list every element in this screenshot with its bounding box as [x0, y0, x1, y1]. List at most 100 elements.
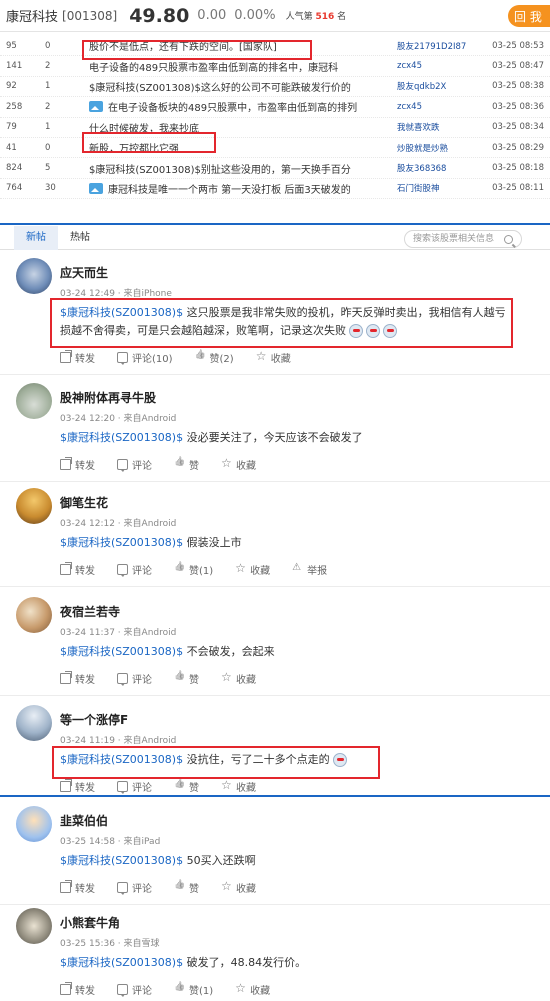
- popularity-number: 516: [315, 12, 335, 22]
- like-label: 赞(1): [189, 986, 214, 997]
- author-link[interactable]: 我就喜欢跌: [397, 121, 471, 133]
- author-link[interactable]: zcx45: [397, 102, 471, 112]
- reply-count: 2: [45, 61, 51, 72]
- favorite-button[interactable]: 收藏: [221, 670, 256, 686]
- post-text: 没必要关注了，今天应该不会破发了: [183, 431, 363, 444]
- username[interactable]: 股神附体再寻牛股: [60, 389, 156, 406]
- avatar[interactable]: [16, 383, 52, 419]
- popularity-label: 人气第: [285, 12, 313, 22]
- comment-button[interactable]: 评论: [117, 982, 152, 997]
- stock-tag-link[interactable]: $康冠科技(SZ001308)$: [60, 431, 183, 444]
- star-icon: [256, 349, 267, 363]
- post-title-link[interactable]: $康冠科技(SZ001308)$别扯这些没用的，第一天换手百分: [89, 161, 397, 176]
- share-button[interactable]: 转发: [60, 350, 95, 365]
- avatar[interactable]: [16, 908, 52, 944]
- comment-button[interactable]: 评论: [117, 671, 152, 686]
- like-label: 赞: [189, 461, 199, 472]
- comment-button[interactable]: 评论(10): [117, 350, 173, 365]
- username[interactable]: 应天而生: [60, 264, 108, 281]
- share-button[interactable]: 转发: [60, 982, 95, 997]
- table-row[interactable]: 92 1 $康冠科技(SZ001308)$这么好的公司不可能跌破发行价的 股友qdkb…: [0, 77, 550, 98]
- author-link[interactable]: 股友368368: [397, 162, 471, 174]
- comment-button[interactable]: 评论: [117, 457, 152, 472]
- report-label: 举报: [307, 566, 328, 577]
- post-title[interactable]: 康冠科技是唯一一个两市 第一天没打板 后面3天破发的: [108, 181, 351, 196]
- tab-latest[interactable]: 新帖: [14, 225, 58, 250]
- post-text: 不会破发，会起来: [183, 645, 275, 658]
- post-title[interactable]: $康冠科技(SZ001308)$这么好的公司不可能跌破发行价的: [89, 79, 351, 94]
- avatar[interactable]: [16, 258, 52, 294]
- report-button[interactable]: 举报: [292, 562, 327, 577]
- author-link[interactable]: 石门街股神: [397, 182, 471, 194]
- share-icon: [60, 671, 72, 684]
- stock-header: 康冠科技 [001308] 49.80 0.00 0.00% 人气第 516 名…: [0, 0, 550, 32]
- author-link[interactable]: 炒股就是炒熟: [397, 142, 471, 154]
- tab-hot[interactable]: 热帖: [58, 226, 102, 250]
- username[interactable]: 夜宿兰若寺: [60, 603, 120, 620]
- username[interactable]: 韭菜伯伯: [60, 812, 108, 829]
- share-button[interactable]: 转发: [60, 880, 95, 895]
- post-title-link[interactable]: 康冠科技是唯一一个两市 第一天没打板 后面3天破发的: [89, 181, 397, 196]
- username[interactable]: 御笔生花: [60, 494, 108, 511]
- author-link[interactable]: 股友21791D2I87: [397, 40, 471, 52]
- comment-label: 评论: [132, 461, 152, 472]
- comment-button[interactable]: 评论: [117, 880, 152, 895]
- post-title[interactable]: $康冠科技(SZ001308)$别扯这些没用的，第一天换手百分: [89, 161, 351, 176]
- like-button[interactable]: 赞: [174, 457, 199, 472]
- avatar[interactable]: [16, 806, 52, 842]
- author-link[interactable]: zcx45: [397, 61, 471, 71]
- share-button[interactable]: 转发: [60, 562, 95, 577]
- username[interactable]: 等一个涨停F: [60, 711, 128, 728]
- stock-tag-link[interactable]: $康冠科技(SZ001308)$: [60, 956, 183, 969]
- stock-name[interactable]: 康冠科技: [6, 6, 58, 25]
- highlight-box: [50, 298, 513, 348]
- like-button[interactable]: 赞(2): [195, 350, 234, 365]
- share-button[interactable]: 转发: [60, 457, 95, 472]
- stock-tag-link[interactable]: $康冠科技(SZ001308)$: [60, 854, 183, 867]
- favorite-button[interactable]: 收藏: [221, 456, 256, 472]
- favorite-label: 收藏: [236, 783, 256, 794]
- like-button[interactable]: 赞: [174, 880, 199, 895]
- table-row[interactable]: 824 5 $康冠科技(SZ001308)$别扯这些没用的，第一天换手百分 股友368…: [0, 158, 550, 179]
- thumbs-up-icon: [174, 781, 185, 792]
- favorite-button[interactable]: 收藏: [256, 349, 291, 365]
- search-icon[interactable]: [504, 235, 513, 244]
- comment-button[interactable]: 评论: [117, 562, 152, 577]
- post-tabs: 新帖 热帖 搜索该股票相关信息: [0, 225, 550, 250]
- favorite-label: 收藏: [250, 566, 271, 577]
- post-title-link[interactable]: 电子设备的489只股票市盈率由低到高的排名中，康冠科: [89, 59, 397, 74]
- author-link[interactable]: 股友qdkb2X: [397, 80, 471, 92]
- table-row[interactable]: 764 30 康冠科技是唯一一个两市 第一天没打板 后面3天破发的 石门街股神 03-2…: [0, 179, 550, 200]
- post-meta: 03-24 11:19 · 来自Android: [60, 736, 177, 746]
- avatar[interactable]: [16, 705, 52, 741]
- search-input[interactable]: 搜索该股票相关信息: [404, 230, 522, 248]
- avatar[interactable]: [16, 488, 52, 524]
- post-divider: [0, 481, 550, 482]
- favorite-button[interactable]: 收藏: [221, 879, 256, 895]
- table-row[interactable]: 258 2 在电子设备板块的489只股票中，市盈率由低到高的排列 zcx45 03-25…: [0, 97, 550, 118]
- like-button[interactable]: 赞(1): [174, 982, 213, 997]
- comment-button[interactable]: 评论: [117, 779, 152, 794]
- reply-button[interactable]: 回 我: [508, 5, 550, 27]
- post-title-link[interactable]: 在电子设备板块的489只股票中，市盈率由低到高的排列: [89, 99, 397, 114]
- post-title[interactable]: 电子设备的489只股票市盈率由低到高的排名中，康冠科: [89, 59, 338, 74]
- post-title-link[interactable]: $康冠科技(SZ001308)$这么好的公司不可能跌破发行价的: [89, 79, 397, 94]
- stock-code: [001308]: [62, 8, 118, 23]
- avatar[interactable]: [16, 597, 52, 633]
- favorite-button[interactable]: 收藏: [235, 981, 270, 997]
- favorite-button[interactable]: 收藏: [235, 561, 271, 577]
- post-title[interactable]: 在电子设备板块的489只股票中，市盈率由低到高的排列: [108, 99, 357, 114]
- comment-icon: [117, 984, 128, 997]
- like-button[interactable]: 赞: [174, 779, 199, 794]
- favorite-button[interactable]: 收藏: [221, 778, 256, 794]
- username[interactable]: 小熊套牛角: [60, 914, 120, 931]
- share-button[interactable]: 转发: [60, 779, 95, 794]
- stock-tag-link[interactable]: $康冠科技(SZ001308)$: [60, 536, 183, 549]
- stock-tag-link[interactable]: $康冠科技(SZ001308)$: [60, 645, 183, 658]
- comment-label: 评论: [132, 566, 152, 577]
- post-actions: 转发 评论(10) 赞(2) 收藏: [60, 349, 313, 365]
- star-icon: [235, 561, 246, 575]
- like-button[interactable]: 赞(1): [174, 562, 213, 577]
- like-button[interactable]: 赞: [174, 671, 199, 686]
- share-button[interactable]: 转发: [60, 671, 95, 686]
